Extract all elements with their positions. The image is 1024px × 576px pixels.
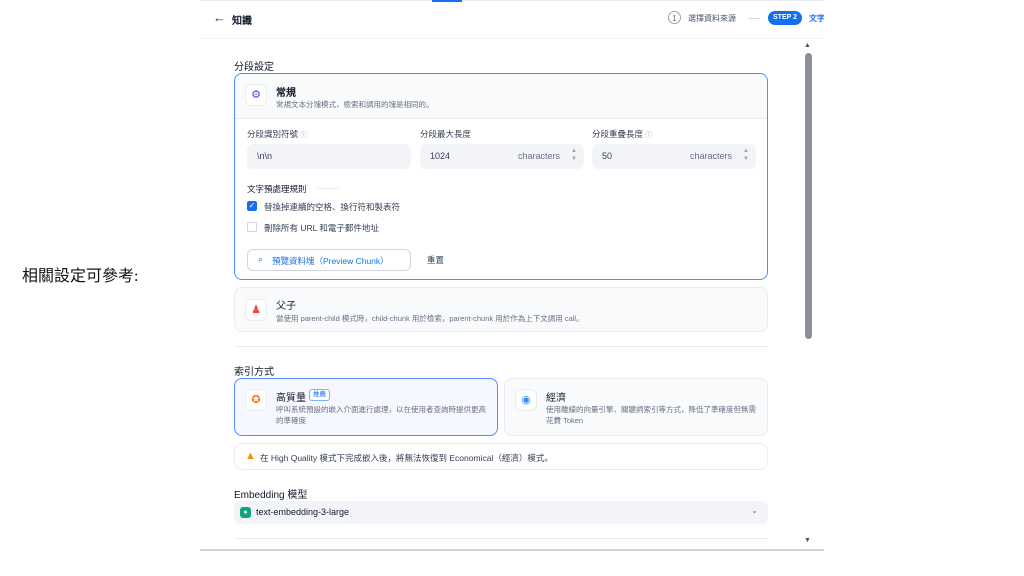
separator-input[interactable]: \n\n xyxy=(247,144,411,169)
economical-card[interactable]: ◉ 經濟 使用離線的向量引擎、關鍵詞索引等方式，降低了準確度但無需花費 Toke… xyxy=(504,378,768,436)
step2-label: 文字 xyxy=(809,14,824,23)
embedding-model-select[interactable]: ● text-embedding-3-large ⌄ xyxy=(234,501,768,524)
scroll-down-arrow-icon[interactable]: ▼ xyxy=(804,537,811,544)
embedding-model-value: text-embedding-3-large xyxy=(256,507,350,517)
bottom-divider xyxy=(234,538,768,539)
search-icon: ⌕ xyxy=(258,254,264,264)
bottom-scrollbar xyxy=(200,549,824,551)
parent-child-title: 父子 xyxy=(276,301,296,312)
high-quality-desc: 呼叫系統預設的嵌入介面進行處理，以在使用者查詢時提供更高的準確度 xyxy=(276,405,486,425)
step-divider xyxy=(749,18,760,19)
warning-banner: ▲ 在 High Quality 模式下完成嵌入後，將無法恢復到 Economi… xyxy=(234,443,768,470)
parent-child-icon: ♟ xyxy=(245,299,267,321)
separator-value: \n\n xyxy=(257,151,273,161)
stepper-arrows-icon[interactable]: ▲ ▼ xyxy=(743,147,749,163)
overlap-input[interactable]: 50 characters ▲ ▼ xyxy=(592,144,756,169)
info-icon[interactable]: ⓘ xyxy=(645,132,652,139)
maxlen-unit: characters xyxy=(517,151,560,161)
info-icon[interactable]: ⓘ xyxy=(300,132,307,139)
maxlen-input[interactable]: 1024 characters ▲ ▼ xyxy=(420,144,584,169)
parent-child-desc: 當使用 parent-child 模式時，child-chunk 用於檢索，pa… xyxy=(276,314,584,323)
overlap-label: 分段重疊長度 ⓘ xyxy=(592,128,652,140)
maxlen-value: 1024 xyxy=(430,151,451,161)
embedding-label: Embedding 模型 xyxy=(234,490,308,501)
high-quality-title: 高質量 xyxy=(276,393,306,404)
rules-divider xyxy=(317,188,339,189)
separator-label: 分段識別符號 ⓘ xyxy=(247,128,307,140)
warning-text: 在 High Quality 模式下完成嵌入後，將無法恢復到 Economica… xyxy=(260,453,553,463)
screenshot-panel: ← 知識 1 選擇資料來源 STEP 2 文字 ▲ ▼ 分段設定 ⚙ 常規 常規… xyxy=(200,0,824,552)
recommended-badge: 推薦 xyxy=(309,389,330,401)
overlap-unit: characters xyxy=(689,151,732,161)
rule2-label: 刪除所有 URL 和電子郵件地址 xyxy=(264,223,379,233)
rule2-checkbox[interactable] xyxy=(247,222,257,232)
general-mode-title: 常規 xyxy=(276,88,296,99)
step2-badge: STEP 2 xyxy=(768,11,802,25)
economical-desc: 使用離線的向量引擎、關鍵詞索引等方式，降低了準確度但無需花費 Token xyxy=(546,405,756,425)
scroll-up-arrow-icon[interactable]: ▲ xyxy=(804,42,811,49)
page-title: 知識 xyxy=(232,16,252,27)
piggy-bank-icon: ◉ xyxy=(515,389,537,411)
segment-section-title: 分段設定 xyxy=(234,62,274,73)
section-divider xyxy=(234,346,768,347)
economical-title: 經濟 xyxy=(546,393,566,404)
warning-icon: ▲ xyxy=(245,450,256,462)
general-mode-header: ⚙ 常規 常規文本分塊模式，檢索和調用的塊是相同的。 xyxy=(235,74,767,119)
overlap-value: 50 xyxy=(602,151,613,161)
openai-icon: ● xyxy=(240,507,251,518)
general-mode-card[interactable]: ⚙ 常規 常規文本分塊模式，檢索和調用的塊是相同的。 分段識別符號 ⓘ \n\n… xyxy=(234,73,768,280)
scrollbar-thumb[interactable] xyxy=(805,53,812,339)
arrow-left-icon[interactable]: ← xyxy=(213,10,226,25)
gear-icon: ⚙ xyxy=(245,84,267,106)
parent-child-mode-card[interactable]: ♟ 父子 當使用 parent-child 模式時，child-chunk 用於… xyxy=(234,287,768,332)
side-caption: 相關設定可參考: xyxy=(22,268,139,285)
reset-button[interactable]: 重置 xyxy=(427,254,444,266)
high-quality-card[interactable]: ✪ 高質量 推薦 呼叫系統預設的嵌入介面進行處理，以在使用者查詢時提供更高的準確… xyxy=(234,378,498,436)
star-icon: ✪ xyxy=(245,389,267,411)
overlap-label-text: 分段重疊長度 xyxy=(592,129,644,139)
maxlen-label: 分段最大長度 xyxy=(420,129,472,139)
general-mode-desc: 常規文本分塊模式，檢索和調用的塊是相同的。 xyxy=(276,100,434,109)
step1-indicator: 1 xyxy=(668,11,681,24)
preview-chunk-label: 預覽資料塊（Preview Chunk） xyxy=(272,256,389,266)
rule1-label: 替換掉連續的空格、換行符和製表符 xyxy=(264,202,401,212)
stepper-arrows-icon[interactable]: ▲ ▼ xyxy=(571,147,577,163)
preview-chunk-button[interactable]: ⌕ 預覽資料塊（Preview Chunk） xyxy=(247,249,411,271)
page-header: ← 知識 1 選擇資料來源 STEP 2 文字 xyxy=(200,0,824,39)
index-section-title: 索引方式 xyxy=(234,367,274,378)
rules-title: 文字預處理規則 xyxy=(247,184,307,194)
separator-label-text: 分段識別符號 xyxy=(247,129,299,139)
chevron-down-icon: ⌄ xyxy=(751,506,758,515)
step1-label: 選擇資料來源 xyxy=(688,14,736,23)
rule1-checkbox[interactable]: ✓ xyxy=(247,201,257,211)
